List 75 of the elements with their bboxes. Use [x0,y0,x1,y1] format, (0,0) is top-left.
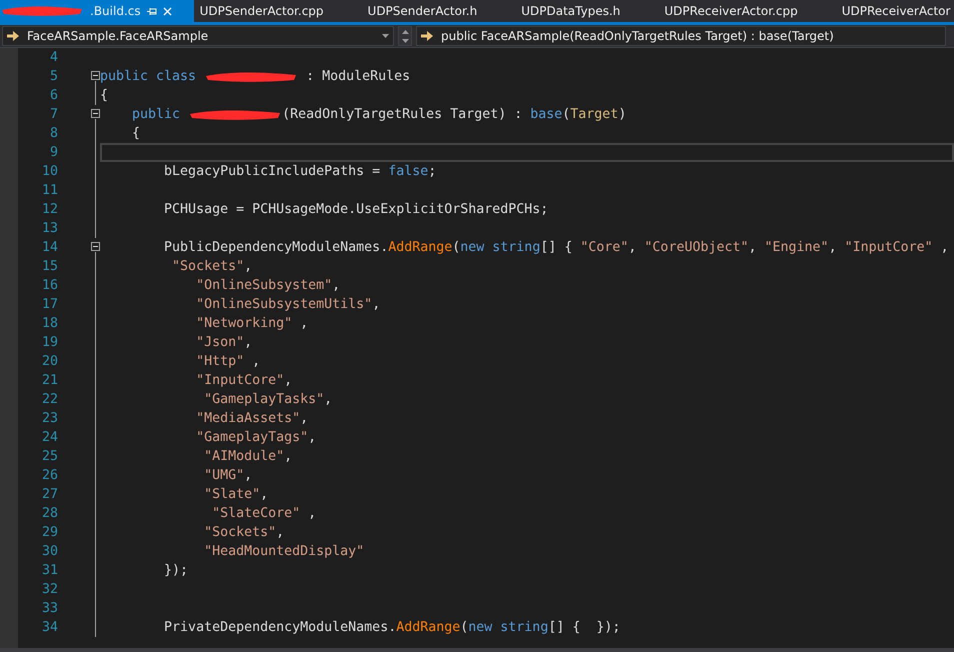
line-number: 19 [40,334,58,352]
collapse-icon[interactable] [91,109,100,118]
line-number: 23 [40,410,58,428]
caret-icon [382,34,389,38]
line-number: 14 [40,239,58,257]
line-number: 5 [48,68,58,86]
code-text: "Http" , [195,353,260,371]
code-text: { [100,87,108,105]
line-number: 21 [40,372,58,390]
line-number: 11 [40,182,58,200]
line-number: 9 [48,144,58,162]
member-dropdown[interactable]: public FaceARSample(ReadOnlyTargetRules Target) : base(Target) [416,26,946,46]
code-text: "SlateCore" , [211,505,316,523]
arrow-icon [421,31,433,41]
file-tab[interactable]: .Build.cs [0,0,194,22]
collapse-icon[interactable] [91,242,100,251]
line-number: 4 [48,49,58,67]
scroll-spinner[interactable] [398,26,412,46]
line-number: 18 [40,315,58,333]
line-number: 8 [48,125,58,143]
arrow-icon [7,31,19,41]
type-dropdown[interactable]: FaceARSample.FaceARSample [2,26,394,46]
line-number: 10 [40,163,58,181]
line-number: 6 [48,87,58,105]
file-tab[interactable]: UDPDataTypes.h [499,0,642,22]
code-text: "GameplayTags", [195,429,316,447]
code-text: "Json", [195,334,252,352]
line-number: 33 [40,600,58,618]
code-text: PCHUsage = PCHUsageMode.UseExplicitOrSharedPCHs; [163,201,548,219]
code-text: (ReadOnlyTargetRules Target) : base(Target) [282,106,626,124]
line-number: 29 [40,524,58,542]
code-text: public class [100,68,198,86]
code-text: "Sockets", [203,524,284,542]
line-number: 12 [40,201,58,219]
collapse-icon[interactable] [91,71,100,80]
line-number: 7 [48,106,58,124]
code-text: }); [163,562,188,580]
code-text: "OnlineSubsystemUtils", [195,296,380,314]
code-text: public [131,106,182,124]
code-text: "Sockets", [171,258,252,276]
line-number: 24 [40,429,58,447]
file-tab[interactable]: UDPSenderActor.h [346,0,500,22]
code-text: "MediaAssets", [195,410,308,428]
line-number: 22 [40,391,58,409]
code-text: PrivateDependencyModuleNames.AddRange(new string[] { }); [163,619,620,637]
code-text: { [131,125,140,143]
code-text: "Networking" , [195,315,308,333]
close-icon[interactable] [162,6,172,16]
code-text: "OnlineSubsystem", [195,277,340,295]
file-tab[interactable]: UDPReceiverActor.cpp [642,0,820,22]
line-number: 16 [40,277,58,295]
code-text: "UMG", [203,467,252,485]
code-text: "GameplayTasks", [203,391,332,409]
code-text: "AIModule", [203,448,292,466]
line-number: 31 [40,562,58,580]
line-number: 28 [40,505,58,523]
line-number: 25 [40,448,58,466]
line-number: 17 [40,296,58,314]
line-number: 13 [40,220,58,238]
file-tab[interactable]: UDPReceiverActor [820,0,954,22]
pin-icon[interactable] [146,6,157,16]
code-text: "HeadMountedDisplay" [203,543,364,561]
line-number: 27 [40,486,58,504]
code-text: "InputCore", [195,372,292,390]
code-text: : ModuleRules [305,68,410,86]
line-number: 30 [40,543,58,561]
line-number: 32 [40,581,58,599]
code-text: bLegacyPublicIncludePaths = false; [163,163,436,181]
code-text: PublicDependencyModuleNames.AddRange(new string[] { "Core", "CoreUObject", "Engine", "InputCore" , [163,239,949,257]
line-number: 26 [40,467,58,485]
code-text: "Slate", [203,486,268,504]
line-number: 34 [40,619,58,637]
line-number: 20 [40,353,58,371]
line-number: 15 [40,258,58,276]
file-tab[interactable]: UDPSenderActor.cpp [194,0,346,22]
